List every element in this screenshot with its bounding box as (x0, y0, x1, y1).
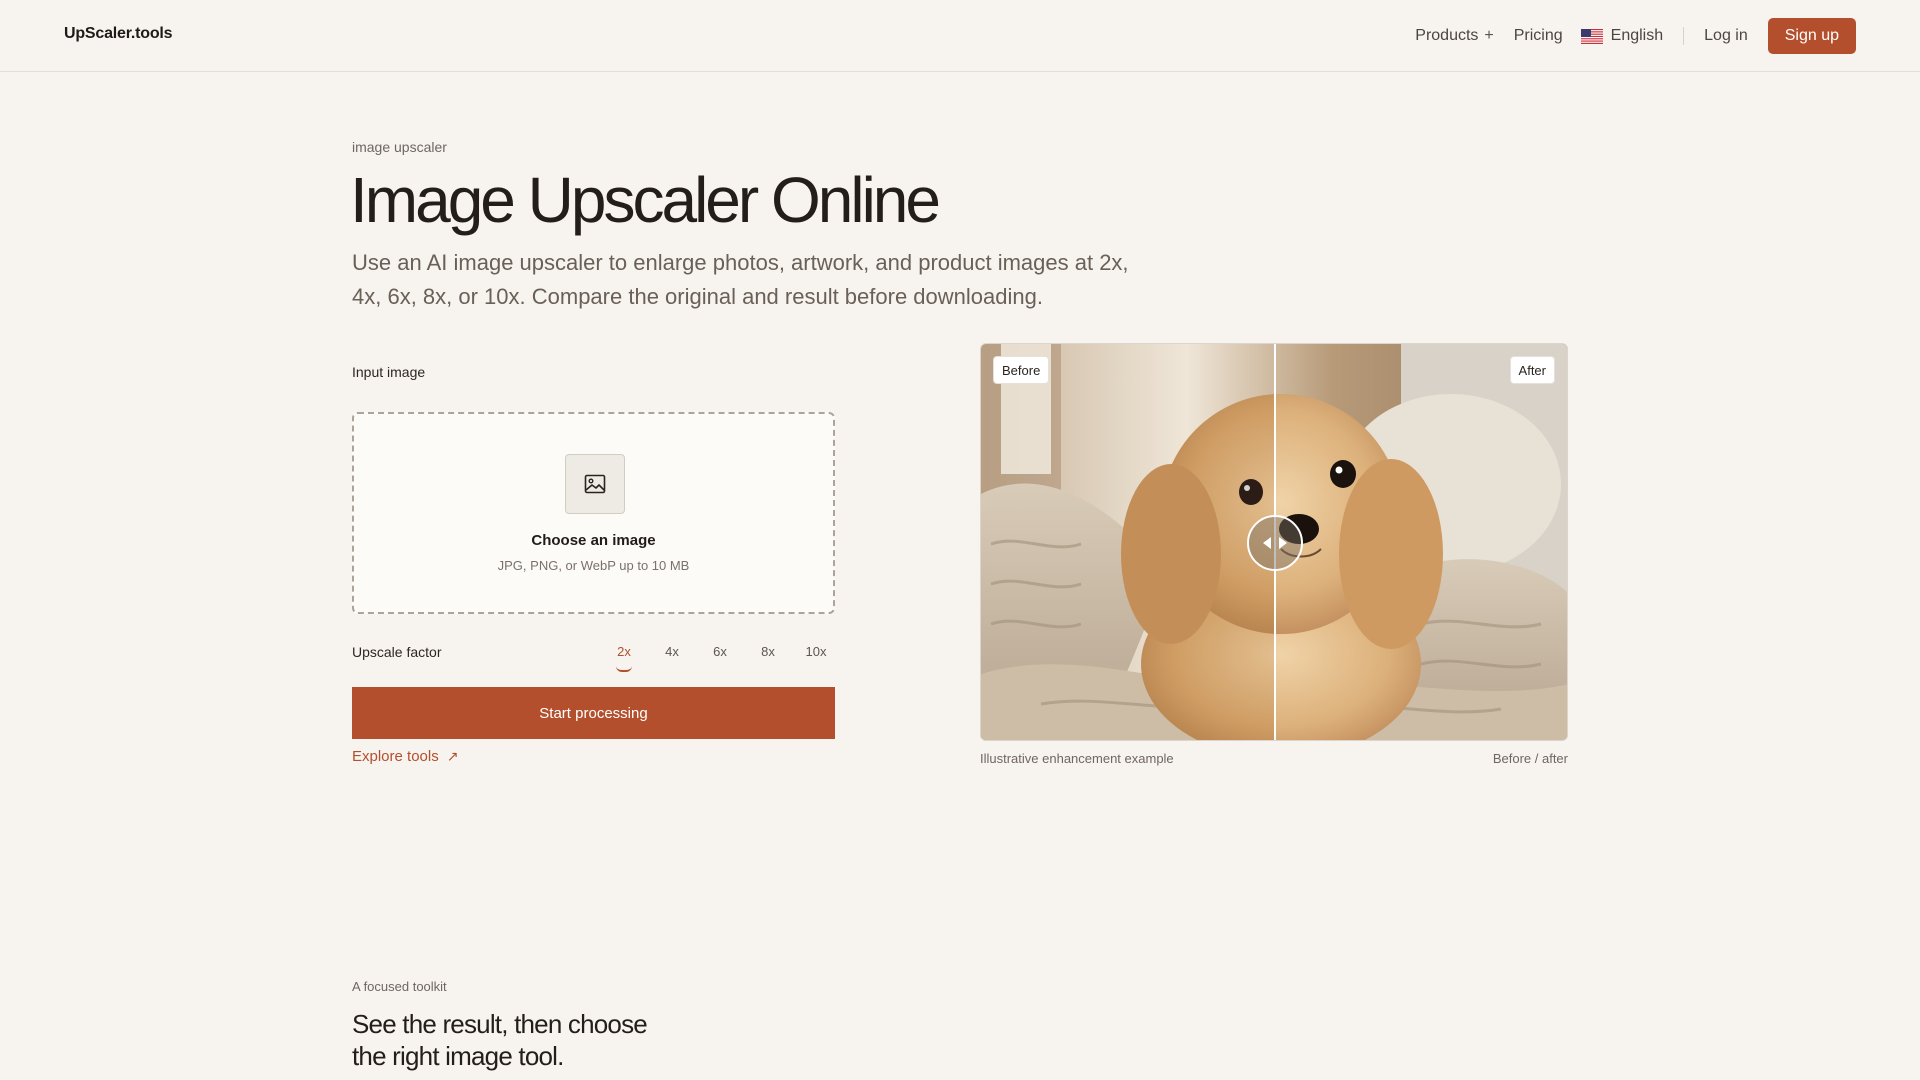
upscale-factor-label: Upscale factor (352, 644, 442, 660)
language-selector[interactable]: English (1580, 27, 1664, 45)
image-dropzone[interactable]: Choose an image JPG, PNG, or WebP up to … (352, 412, 835, 614)
start-processing-button[interactable]: Start processing (352, 687, 835, 739)
arrow-up-right-icon: ↗ (446, 748, 459, 764)
input-image-label: Input image (352, 364, 426, 380)
upscale-factor-selector: 2x 4x 6x 8x 10x (600, 636, 840, 672)
hero-description: Use an AI image upscaler to enlarge phot… (352, 250, 1129, 309)
comparison-caption: Illustrative enhancement example (980, 751, 1174, 766)
factor-option-4x[interactable]: 4x (648, 636, 696, 659)
image-icon (584, 474, 606, 494)
factor-option-8x[interactable]: 8x (744, 636, 792, 659)
nav-pricing[interactable]: Pricing (1514, 27, 1563, 45)
explore-tools-link[interactable]: Explore tools ↗ (352, 748, 458, 765)
comparison-caption-right: Before / after (1492, 751, 1568, 766)
main-nav: Products + Pricing English Log in Sign u… (1415, 18, 1856, 54)
section-title: See the result, then choose the right im… (352, 1009, 648, 1071)
after-tag: After (1509, 356, 1555, 384)
brand-logo[interactable]: UpScaler.tools (64, 25, 173, 43)
nav-divider (1683, 27, 1685, 45)
explore-tools-label: Explore tools (352, 748, 439, 765)
nav-products[interactable]: Products + (1415, 27, 1493, 45)
section-eyebrow: A focused toolkit (352, 979, 447, 994)
nav-products-label: Products (1415, 27, 1479, 44)
left-right-arrows-icon (1263, 537, 1287, 549)
factor-option-10x[interactable]: 10x (792, 636, 840, 659)
login-link[interactable]: Log in (1704, 27, 1748, 45)
signup-button[interactable]: Sign up (1767, 18, 1856, 54)
page-title: Image Upscaler Online (350, 164, 941, 236)
plus-icon: + (1484, 27, 1494, 44)
before-after-comparison[interactable]: Before After (980, 343, 1568, 741)
dropzone-icon-box (565, 454, 625, 514)
factor-option-2x[interactable]: 2x (600, 636, 648, 672)
dropzone-hint: JPG, PNG, or WebP up to 10 MB (497, 558, 690, 573)
dropzone-title: Choose an image (531, 532, 656, 549)
hero-eyebrow: image upscaler (352, 139, 447, 155)
us-flag-icon (1580, 28, 1603, 44)
language-label: English (1610, 27, 1664, 44)
comparison-slider-handle[interactable] (1247, 515, 1303, 571)
before-tag: Before (993, 356, 1050, 384)
factor-option-6x[interactable]: 6x (696, 636, 744, 659)
site-header: UpScaler.tools Products + Pricing Englis… (0, 0, 1920, 72)
